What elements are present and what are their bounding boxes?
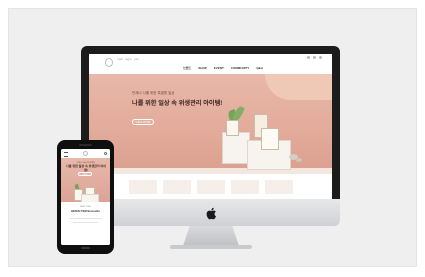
mobile-content: BEST ITEM BEZEN ITEM Bestseller <box>61 202 110 245</box>
user-icon[interactable] <box>319 56 322 59</box>
mobile-phone: 언제나 나를 위한 특별함 나를 위한 일상 속 위생관리 아이템! VIEW … <box>57 140 114 254</box>
mobile-screen: 언제나 나를 위한 특별함 나를 위한 일상 속 위생관리 아이템! VIEW … <box>61 149 110 245</box>
mobile-headline: BEZEN ITEM Bestseller <box>71 210 100 213</box>
product-box[interactable] <box>261 128 279 150</box>
monitor-stand <box>183 226 239 246</box>
hand-image <box>265 74 332 100</box>
product-grid <box>89 174 332 200</box>
hero-title: 나를 위한 일상 속 위생관리 아이템! <box>132 100 223 107</box>
product-card[interactable] <box>163 180 191 194</box>
main-nav: 브랜드 SHOP EVENT COMMUNITY Q&A <box>183 66 263 70</box>
mobile-caption: BEST ITEM <box>80 206 91 208</box>
brand-logo-icon[interactable] <box>83 151 88 156</box>
brand-logo-icon[interactable] <box>105 58 113 67</box>
site-header: mall · login · join 브랜드 SHOP EVENT COMMU… <box>89 54 332 75</box>
product-box[interactable] <box>226 120 239 136</box>
monitor-foot <box>170 245 252 249</box>
nav-item-community[interactable]: COMMUNITY <box>231 66 250 70</box>
product-card[interactable] <box>129 180 157 194</box>
nav-item-brand[interactable]: 브랜드 <box>183 66 191 70</box>
nav-item-qna[interactable]: Q&A <box>256 66 263 70</box>
product-card[interactable] <box>197 180 225 194</box>
nav-item-shop[interactable]: SHOP <box>198 66 207 70</box>
divider <box>73 222 98 223</box>
product-card[interactable] <box>265 180 293 194</box>
home-indicator[interactable] <box>81 247 90 249</box>
desktop-monitor: mall · login · join 브랜드 SHOP EVENT COMMU… <box>81 46 340 214</box>
nav-item-event[interactable]: EVENT <box>214 66 224 70</box>
cart-icon[interactable] <box>104 152 107 155</box>
pebble <box>296 158 302 162</box>
mobile-hero-button[interactable]: VIEW <box>78 172 92 176</box>
hero-banner: 언제나 나를 위한 특별함 일상 나를 위한 일상 속 위생관리 아이템! VI… <box>89 74 332 194</box>
product-card[interactable] <box>231 180 259 194</box>
header-utility-text[interactable]: mall · login · join <box>117 57 139 61</box>
menu-icon[interactable] <box>64 152 68 157</box>
apple-logo-icon <box>206 207 217 220</box>
header-icons <box>307 56 322 59</box>
search-icon[interactable] <box>307 56 310 59</box>
phone-speaker <box>79 144 92 146</box>
mobile-hero: 언제나 나를 위한 특별함 나를 위한 일상 속 위생관리 아이템! VIEW <box>61 158 110 204</box>
desktop-screen: mall · login · join 브랜드 SHOP EVENT COMMU… <box>89 54 332 200</box>
divider <box>69 218 102 219</box>
cart-icon[interactable] <box>313 56 316 59</box>
hero-view-more-button[interactable]: VIEW MORE <box>132 119 154 125</box>
mobile-hero-title: 나를 위한 일상 속 위생관리 아이템! <box>65 164 107 172</box>
hero-subtitle: 언제나 나를 위한 특별함 일상 <box>132 91 175 95</box>
pedestal-left <box>222 132 250 164</box>
